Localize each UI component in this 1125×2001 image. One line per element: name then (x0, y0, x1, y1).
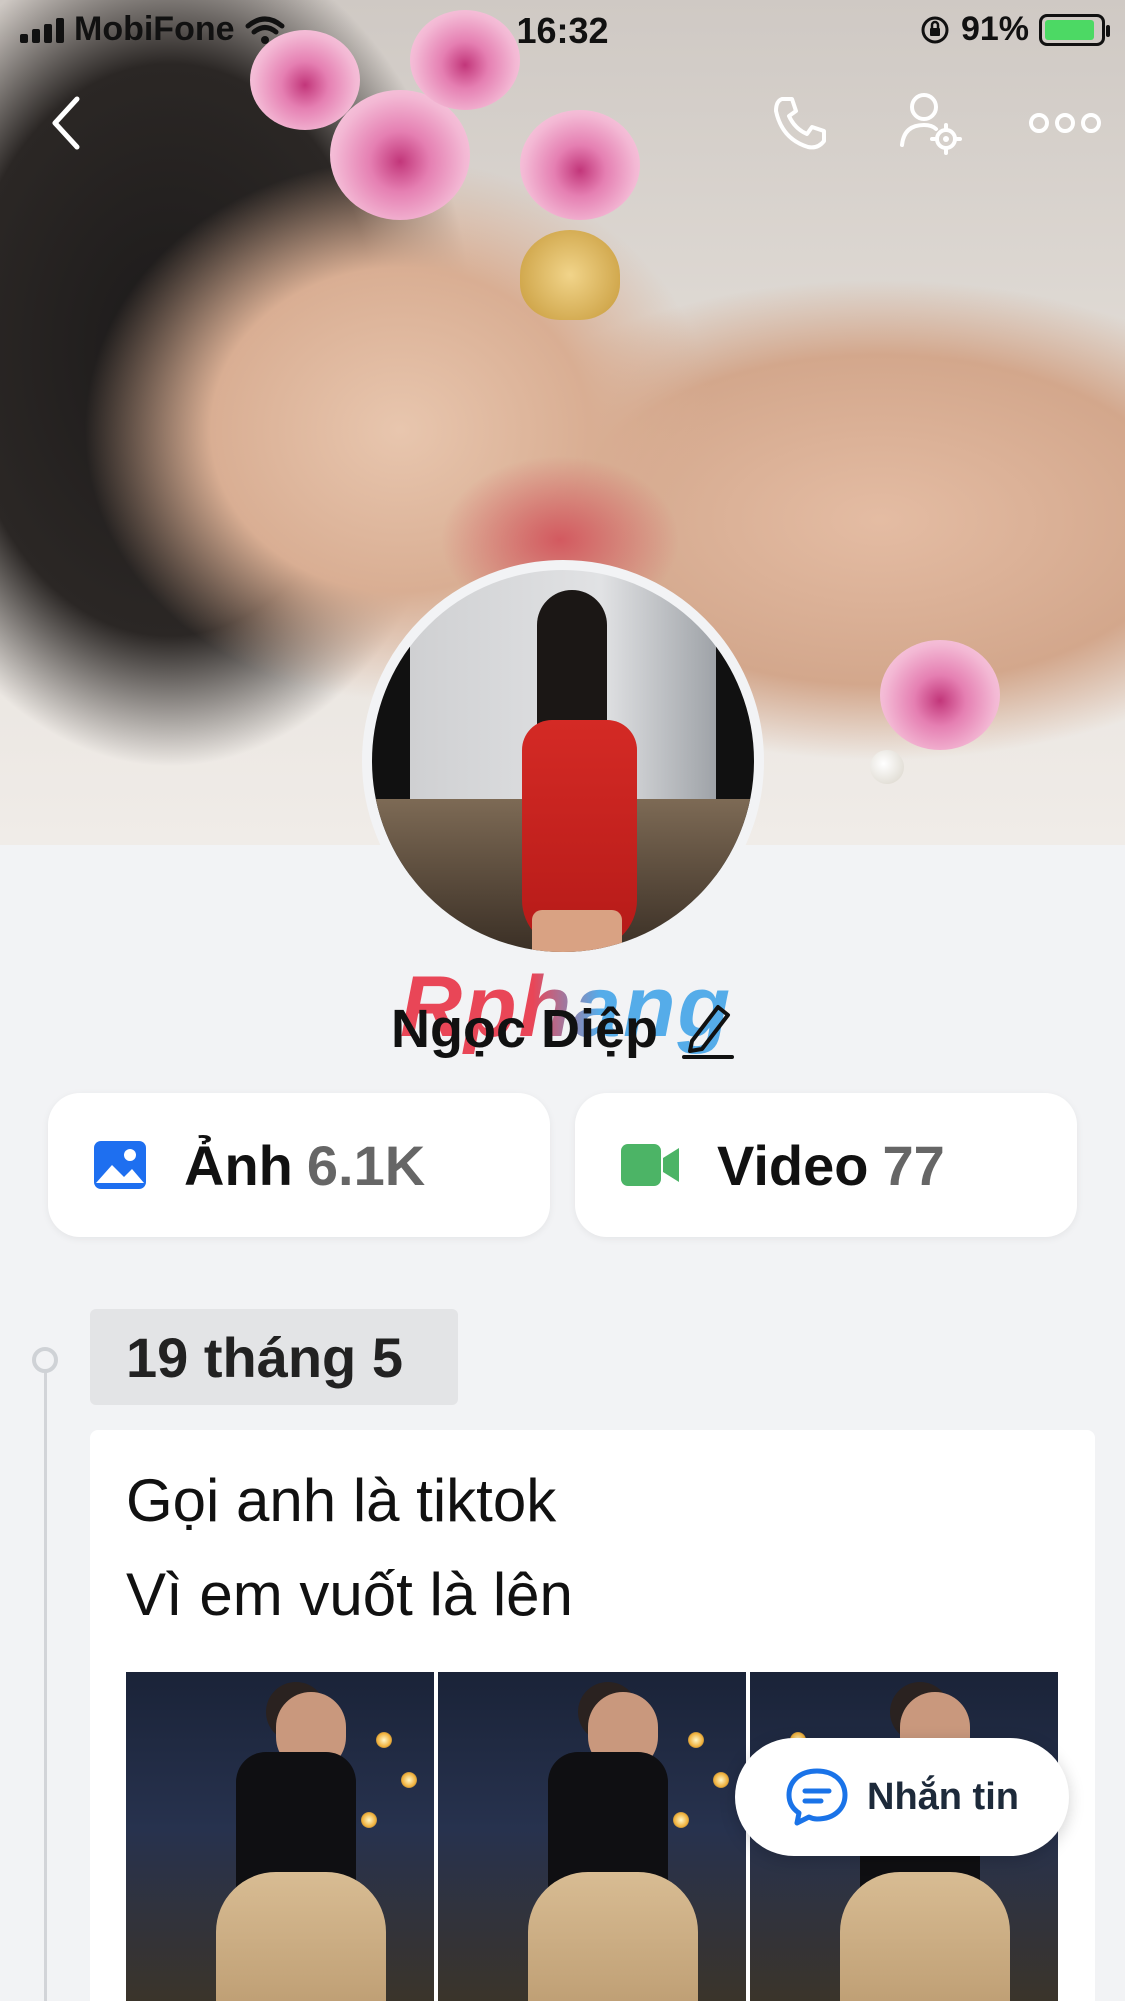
battery-icon (1039, 13, 1110, 46)
status-bar: MobiFone 16:32 91% (0, 0, 1125, 62)
cover-pearl (870, 750, 904, 784)
videos-card[interactable]: Video 77 (575, 1093, 1077, 1237)
timeline-dot (32, 1347, 58, 1373)
battery-percent: 91% (960, 10, 1029, 48)
post-photo[interactable] (438, 1672, 746, 2001)
cover-flower (520, 110, 640, 220)
profile-screen: MobiFone 16:32 91% Rphang Ngọc Diệp Ảnh … (0, 0, 1125, 2001)
chat-bubble-icon (786, 1768, 848, 1826)
post-card[interactable]: Gọi anh là tiktok Vì em vuốt là lên (90, 1430, 1095, 2001)
timeline-line (44, 1358, 47, 2001)
videos-label: Video (717, 1133, 869, 1197)
photos-label: Ảnh (184, 1133, 293, 1197)
post-photo[interactable] (126, 1672, 434, 2001)
cover-earring (520, 230, 620, 320)
photos-card[interactable]: Ảnh 6.1K (48, 1093, 550, 1237)
chevron-left-icon (52, 96, 80, 150)
back-button[interactable] (30, 88, 100, 158)
profile-name-row: Ngọc Diệp (0, 998, 1125, 1060)
video-camera-icon (621, 1144, 679, 1186)
edit-name-button[interactable] (682, 999, 735, 1059)
call-button[interactable] (760, 88, 840, 158)
timeline-date: 19 tháng 5 (90, 1309, 458, 1405)
image-icon (94, 1141, 146, 1189)
photos-count: 6.1K (306, 1133, 426, 1197)
videos-count: 77 (882, 1133, 945, 1197)
cover-flower (880, 640, 1000, 750)
pencil-icon (682, 1005, 735, 1059)
more-horizontal-icon (1029, 113, 1101, 133)
phone-icon (774, 97, 826, 150)
profile-settings-button[interactable] (890, 88, 970, 158)
orientation-lock-icon (921, 16, 949, 43)
user-settings-icon (900, 93, 962, 155)
cover-flower (330, 90, 470, 220)
profile-avatar[interactable] (362, 560, 764, 962)
message-button[interactable]: Nhắn tin (735, 1738, 1069, 1856)
profile-name: Ngọc Diệp (390, 999, 659, 1059)
post-text-line: Gọi anh là tiktok (126, 1467, 557, 1534)
more-options-button[interactable] (1020, 88, 1110, 158)
post-text-line: Vì em vuốt là lên (126, 1561, 573, 1628)
status-right: 91% (919, 10, 1110, 49)
message-label: Nhắn tin (867, 1775, 1019, 1818)
